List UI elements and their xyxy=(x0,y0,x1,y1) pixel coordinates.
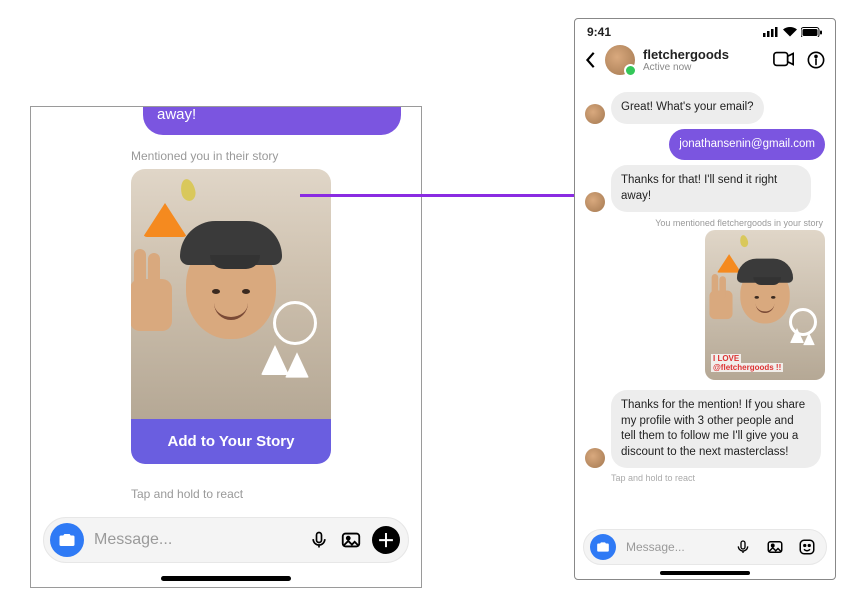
mention-meta: You mentioned fletchergoods in your stor… xyxy=(587,218,823,228)
info-button[interactable] xyxy=(807,51,825,69)
outgoing-bubble[interactable]: jonathansenin@gmail.com xyxy=(669,129,825,161)
voice-button[interactable] xyxy=(732,536,754,558)
sender-avatar[interactable] xyxy=(585,192,605,212)
outgoing-bubble-tail: away! xyxy=(143,106,401,135)
video-icon xyxy=(773,51,795,67)
tree-doodle-icon xyxy=(790,321,804,343)
status-time: 9:41 xyxy=(587,25,611,39)
voice-button[interactable] xyxy=(308,529,330,551)
gallery-button[interactable] xyxy=(340,529,362,551)
add-button[interactable]: ＋ xyxy=(372,526,400,554)
mic-icon xyxy=(735,539,751,555)
camera-icon xyxy=(58,531,76,549)
message-thread: Great! What's your email? jonathansenin@… xyxy=(575,83,835,527)
mention-meta: Mentioned you in their story xyxy=(131,149,278,163)
story-thumbnail: I LOVE @fletchergoods !! xyxy=(705,230,825,380)
chevron-left-icon xyxy=(585,51,597,69)
mic-icon xyxy=(309,530,329,550)
camera-button[interactable] xyxy=(590,534,616,560)
sender-avatar[interactable] xyxy=(585,104,605,124)
camera-icon xyxy=(596,540,610,554)
header-avatar[interactable] xyxy=(605,45,635,75)
sticker-icon xyxy=(798,538,816,556)
back-button[interactable] xyxy=(585,51,597,69)
info-icon xyxy=(807,51,825,69)
tree-doodle-icon xyxy=(285,340,309,377)
gallery-icon xyxy=(766,538,784,556)
video-call-button[interactable] xyxy=(773,51,795,69)
message-input[interactable]: Message... xyxy=(94,531,298,549)
compose-bar: Message... ＋ xyxy=(43,517,409,563)
annotation-arrow xyxy=(300,194,588,197)
tree-doodle-icon xyxy=(803,327,815,345)
right-phone-frame: 9:41 fletchergoods Active now xyxy=(574,18,836,580)
compose-bar: Message... xyxy=(583,529,827,565)
add-to-story-button[interactable]: Add to Your Story xyxy=(131,419,331,464)
home-indicator xyxy=(660,571,750,575)
wifi-icon xyxy=(783,27,797,37)
react-hint: Tap and hold to react xyxy=(131,487,243,501)
plus-icon: ＋ xyxy=(377,527,395,553)
signal-icon xyxy=(763,27,779,37)
home-indicator xyxy=(161,576,291,581)
header-username[interactable]: fletchergoods xyxy=(643,47,729,62)
story-card[interactable]: I LOVE @fletchergoods !! xyxy=(705,230,825,380)
message-input[interactable]: Message... xyxy=(626,540,722,554)
dm-header: fletchergoods Active now xyxy=(575,41,835,83)
gallery-icon xyxy=(340,529,362,551)
sender-avatar[interactable] xyxy=(585,448,605,468)
incoming-bubble[interactable]: Great! What's your email? xyxy=(611,92,764,124)
story-text-overlay: I LOVE @fletchergoods !! xyxy=(711,354,783,372)
gallery-button[interactable] xyxy=(764,536,786,558)
incoming-bubble[interactable]: Thanks for the mention! If you share my … xyxy=(611,390,821,468)
header-status: Active now xyxy=(643,62,729,73)
battery-icon xyxy=(801,27,823,37)
camera-button[interactable] xyxy=(50,523,84,557)
tent-doodle-icon xyxy=(717,242,741,273)
story-card[interactable]: Add to Your Story xyxy=(131,169,331,464)
status-bar: 9:41 xyxy=(575,19,835,41)
react-hint: Tap and hold to react xyxy=(611,473,825,483)
incoming-bubble[interactable]: Thanks for that! I'll send it right away… xyxy=(611,165,811,212)
left-chat-panel: away! Mentioned you in their story xyxy=(30,106,422,588)
sticker-button[interactable] xyxy=(796,536,818,558)
story-thumbnail xyxy=(131,169,331,419)
